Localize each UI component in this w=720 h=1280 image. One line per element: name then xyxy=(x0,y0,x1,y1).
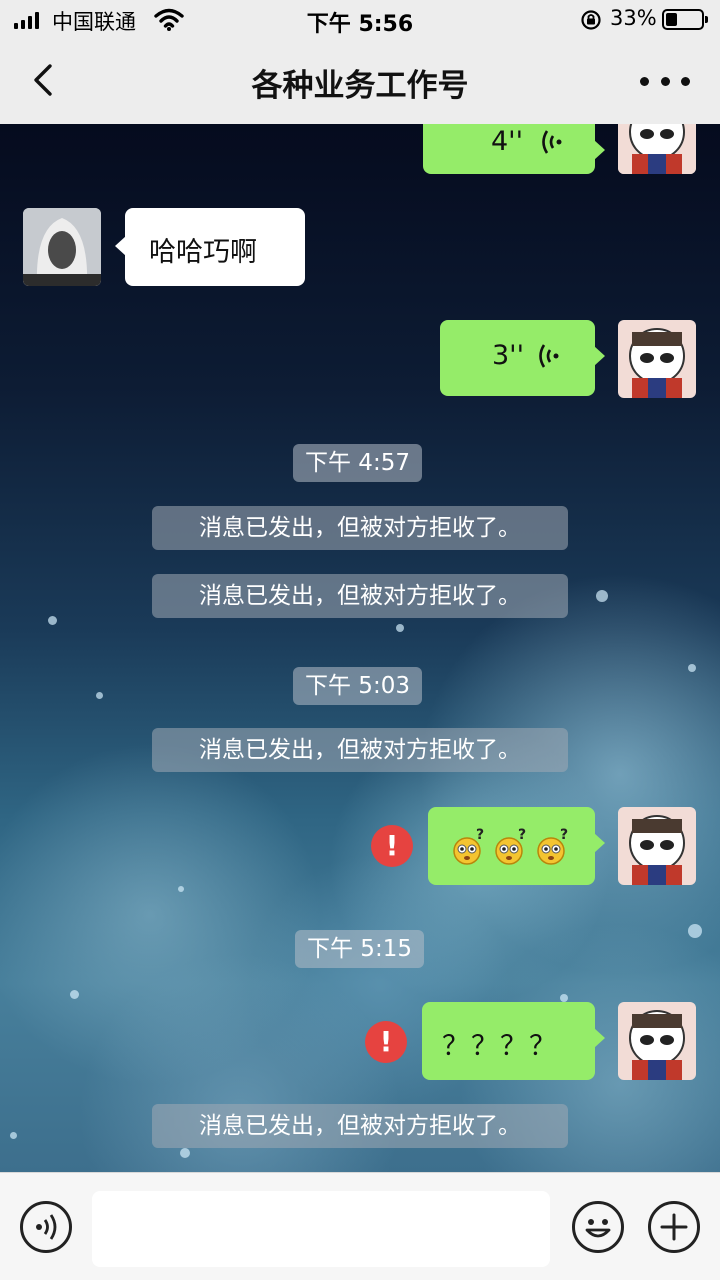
my-avatar[interactable] xyxy=(618,320,696,398)
my-avatar[interactable] xyxy=(618,1002,696,1080)
my-avatar[interactable] xyxy=(618,124,696,174)
svg-text:?: ? xyxy=(518,827,526,843)
battery-icon xyxy=(662,9,708,30)
timestamp: 下午 5:15 xyxy=(295,930,424,968)
battery-percent: 33% xyxy=(610,6,657,30)
voice-input-button[interactable] xyxy=(20,1201,72,1253)
my-avatar[interactable] xyxy=(618,807,696,885)
timestamp: 下午 5:03 xyxy=(293,667,422,705)
more-dots-icon xyxy=(640,76,649,86)
timestamp: 下午 4:57 xyxy=(293,444,422,482)
svg-text:?: ? xyxy=(560,827,568,843)
more-functions-button[interactable] xyxy=(648,1201,700,1253)
more-button[interactable] xyxy=(640,64,690,98)
top-bar: 中国联通 下午 5:56 33% 各种业务工作号 xyxy=(0,0,720,124)
emoji-message-bubble[interactable]: ? ? ? xyxy=(428,807,605,885)
panda-avatar-icon xyxy=(618,807,696,885)
voice-message-bubble[interactable]: 3'' xyxy=(440,320,605,396)
rejected-notice: 消息已发出，但被对方拒收了。 xyxy=(152,506,568,550)
panda-avatar-icon xyxy=(618,124,696,174)
rejected-notice: 消息已发出，但被对方拒收了。 xyxy=(152,728,568,772)
rotation-lock-icon xyxy=(581,10,601,30)
panda-avatar-icon xyxy=(618,320,696,398)
question-message-text: ？？？？ xyxy=(442,1031,558,1062)
plus-icon xyxy=(660,1213,688,1241)
rejected-notice: 消息已发出，但被对方拒收了。 xyxy=(152,574,568,618)
voice-wave-icon xyxy=(539,344,559,368)
chat-area[interactable]: 4'' 哈哈巧啊 3'' 下午 4:57 消息已发出，但被对方拒收了。 消息已发… xyxy=(0,124,720,1172)
svg-text:?: ? xyxy=(476,827,484,843)
voice-input-icon xyxy=(36,1214,57,1240)
question-message-bubble[interactable]: ？？？？ xyxy=(422,1002,605,1080)
smiley-icon xyxy=(585,1219,611,1238)
status-bar: 中国联通 下午 5:56 33% xyxy=(0,0,720,40)
voice-wave-icon xyxy=(542,130,562,154)
rejected-notice: 消息已发出，但被对方拒收了。 xyxy=(152,1104,568,1148)
friend-avatar[interactable] xyxy=(23,208,101,286)
voice-message-bubble[interactable]: 4'' xyxy=(423,124,605,174)
emoji-button[interactable] xyxy=(572,1201,624,1253)
confused-emoji-icon: ? ? ? xyxy=(453,827,568,865)
girl-avatar-icon xyxy=(23,208,101,286)
friend-text-bubble[interactable]: 哈哈巧啊 xyxy=(115,208,305,286)
voice-duration: 4'' xyxy=(491,126,524,157)
panda-avatar-icon xyxy=(618,1002,696,1080)
send-failed-icon[interactable]: ! xyxy=(371,825,413,867)
voice-duration: 3'' xyxy=(492,340,525,371)
message-input[interactable] xyxy=(92,1191,550,1267)
chat-title: 各种业务工作号 xyxy=(251,68,469,104)
input-bar xyxy=(0,1172,720,1280)
send-failed-icon[interactable]: ! xyxy=(365,1021,407,1063)
friend-message-text: 哈哈巧啊 xyxy=(149,237,257,268)
